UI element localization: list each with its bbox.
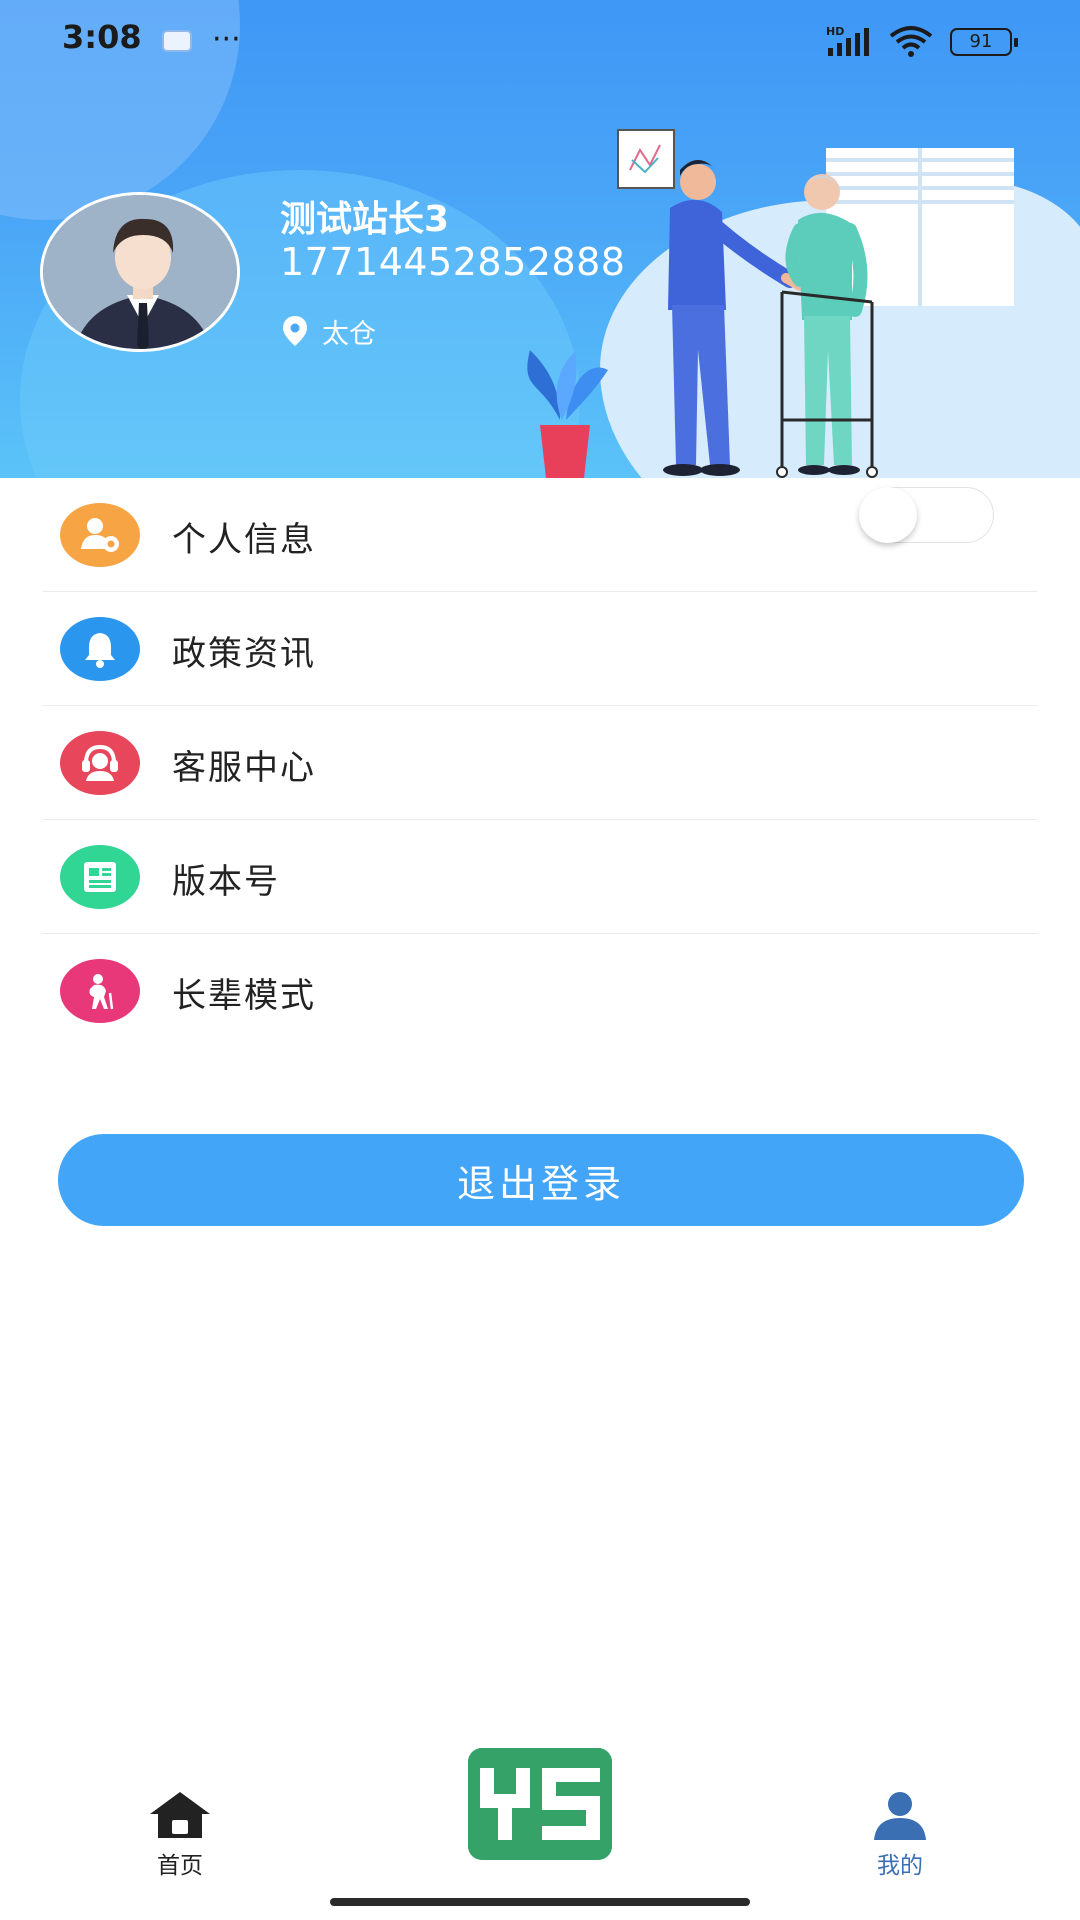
avatar-person-icon <box>43 195 237 349</box>
center-logo-button[interactable] <box>468 1748 612 1860</box>
battery-icon: 91 <box>950 28 1018 56</box>
menu-label: 个人信息 <box>172 520 316 560</box>
tab-home[interactable]: 首页 <box>120 1790 240 1880</box>
tab-mine[interactable]: 我的 <box>840 1790 960 1880</box>
location-pin-icon <box>283 316 307 346</box>
home-icon <box>150 1792 210 1838</box>
menu-item-version[interactable]: 版本号 <box>0 820 1080 934</box>
menu-item-customer-service[interactable]: 客服中心 <box>0 706 1080 820</box>
menu-label: 政策资讯 <box>172 634 316 674</box>
logout-button[interactable]: 退出登录 <box>58 1134 1024 1226</box>
menu-label: 长辈模式 <box>172 976 316 1016</box>
tab-home-label: 首页 <box>157 1853 203 1879</box>
menu-item-elder-mode[interactable]: 长辈模式 <box>0 934 1080 1048</box>
bell-icon <box>60 617 140 681</box>
menu-label: 客服中心 <box>172 748 316 788</box>
notification-app-icon <box>162 30 192 52</box>
menu-item-policy-news[interactable]: 政策资讯 <box>0 592 1080 706</box>
caregiver-illustration <box>527 129 1014 478</box>
location-label: 太仓 <box>322 318 376 350</box>
person-icon <box>874 1792 926 1840</box>
elder-mode-toggle[interactable] <box>859 487 994 543</box>
notification-more: ··· <box>212 22 241 57</box>
status-bar: 3:08 ··· HD 91 <box>0 0 1080 64</box>
battery-level: 91 <box>969 31 993 52</box>
toggle-knob <box>859 487 917 543</box>
home-indicator[interactable] <box>330 1898 750 1906</box>
avatar[interactable] <box>40 192 240 352</box>
location: 太仓 <box>282 314 376 350</box>
signal-icon: HD <box>826 25 869 56</box>
ys-logo-icon <box>468 1748 612 1860</box>
document-icon <box>60 845 140 909</box>
wifi-icon <box>889 26 933 57</box>
user-phone: 17714452852888 <box>280 240 626 284</box>
elder-icon <box>60 959 140 1023</box>
status-time: 3:08 <box>62 18 142 56</box>
profile-header: 3:08 ··· HD 91 测试站长3 17714452852888 太仓 <box>0 0 1080 478</box>
bottom-nav: 首页 我的 <box>0 1740 1080 1920</box>
headset-icon <box>60 731 140 795</box>
menu-label: 版本号 <box>172 862 280 902</box>
user-name: 测试站长3 <box>280 199 450 240</box>
tab-mine-label: 我的 <box>877 1853 923 1879</box>
svg-text:HD: HD <box>826 25 844 38</box>
settings-menu: 个人信息 政策资讯 客服中心 版本号 长辈模式 <box>0 478 1080 1048</box>
user-settings-icon <box>60 503 140 567</box>
